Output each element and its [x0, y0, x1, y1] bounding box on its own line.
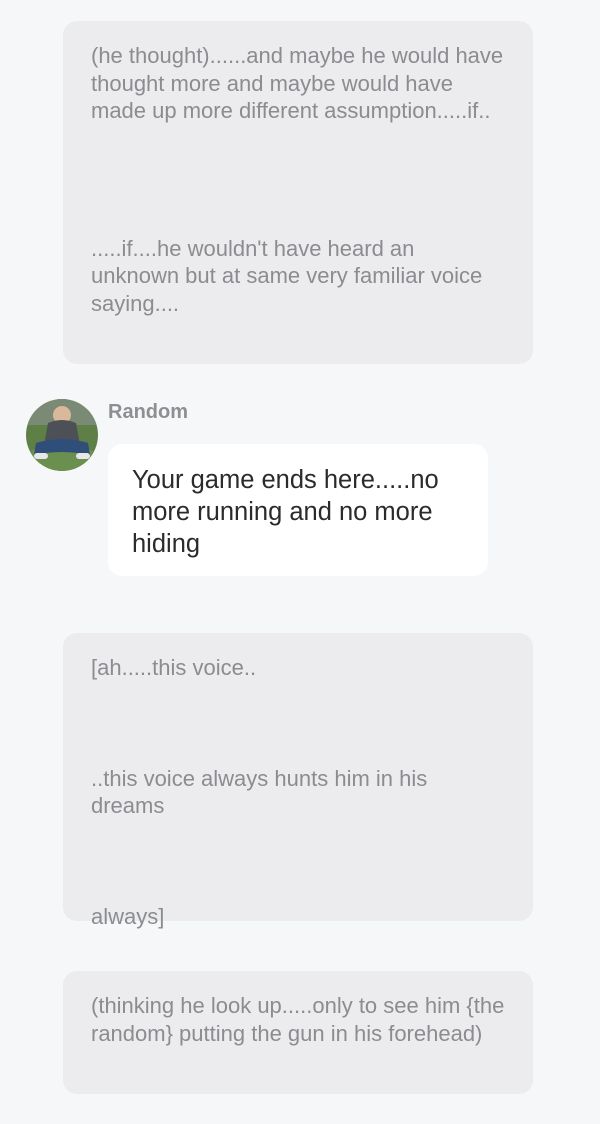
narration-text: [ah.....this voice..	[91, 655, 257, 680]
narration-text: .....if....he wouldn't have heard an unk…	[91, 235, 489, 316]
narration-bubble: [ah.....this voice.. ..this voice always…	[63, 633, 533, 929]
narration-text: (he thought)......and maybe he would hav…	[91, 43, 510, 123]
avatar-photo-icon	[26, 399, 98, 471]
narration-bubble: (he thought)......and maybe he would hav…	[63, 21, 533, 364]
avatar[interactable]	[26, 399, 98, 471]
narration-text: ..this voice always hunts him in his dre…	[91, 765, 434, 819]
speaker-name: Random	[108, 401, 188, 423]
narration-text: (thinking he look up.....only to see him…	[91, 993, 511, 1046]
character-message-text: Your game ends here.....no more running …	[132, 466, 439, 558]
narration-bubble: (thinking he look up.....only to see him…	[63, 971, 533, 1094]
character-message-bubble: Your game ends here.....no more running …	[108, 444, 488, 576]
narration-text: always]	[91, 903, 165, 929]
